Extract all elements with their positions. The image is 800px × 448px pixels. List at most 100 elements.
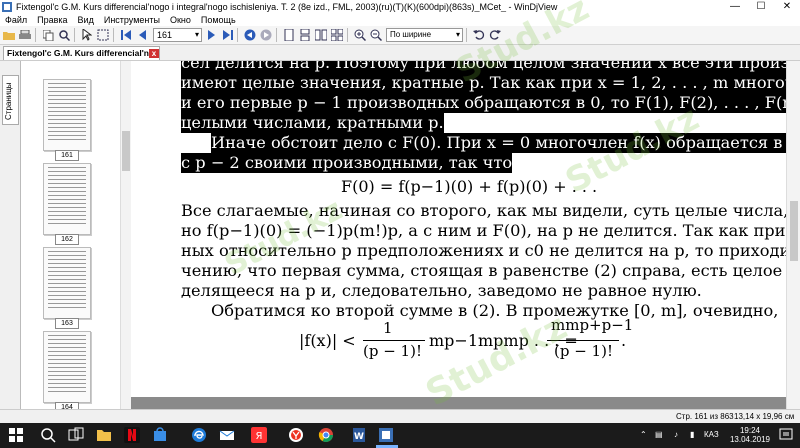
thumbnail-scroll-thumb[interactable] xyxy=(122,131,130,171)
text-line: целыми числами, кратными p. xyxy=(181,113,444,133)
toolbar-separator xyxy=(347,28,348,42)
battery-icon[interactable]: ▮ xyxy=(690,430,694,439)
search-icon[interactable] xyxy=(40,427,56,443)
close-tab-icon[interactable]: x xyxy=(149,49,159,58)
formula-period: . xyxy=(621,331,627,350)
print-icon[interactable] xyxy=(18,28,32,42)
thumbnail-label: 162 xyxy=(55,234,79,245)
last-page-icon[interactable] xyxy=(220,28,234,42)
title-bar: Fixtengol'c G.M. Kurs differencial'nogo … xyxy=(0,0,800,13)
page-thumbnail[interactable] xyxy=(43,163,91,235)
thumbnail-label: 163 xyxy=(55,318,79,329)
document-view[interactable]: сел делится на p. Поэтому при любом цело… xyxy=(131,61,786,409)
toolbar-separator xyxy=(35,28,36,42)
text-line: ных относительно p предположениях и c0 н… xyxy=(181,241,786,260)
pages-panel-tab[interactable]: Страницы xyxy=(2,75,19,125)
page-thumbnail[interactable] xyxy=(43,79,91,151)
first-page-icon[interactable] xyxy=(119,28,133,42)
document-scrollbar[interactable] xyxy=(786,61,800,409)
notifications-icon[interactable] xyxy=(778,427,794,443)
minimize-button[interactable]: — xyxy=(722,0,748,13)
task-view-icon[interactable] xyxy=(68,427,84,443)
yandex-browser-icon[interactable] xyxy=(288,427,304,443)
windjview-app-icon xyxy=(2,1,12,12)
formula-numerator-1: 1 xyxy=(383,319,393,337)
windjview-taskbar-icon[interactable] xyxy=(378,427,394,443)
thumbnail-label: 164 xyxy=(55,402,79,409)
toolbar: 161 По ширине xyxy=(0,26,800,45)
svg-text:W: W xyxy=(354,432,364,442)
formula-denominator-2: (p − 1)! xyxy=(554,342,613,360)
text-line: Обратимся ко второй сумме в (2). В проме… xyxy=(211,301,779,320)
toolbar-separator xyxy=(466,28,467,42)
previous-page-icon[interactable] xyxy=(135,28,149,42)
text-line: сел делится на p. Поэтому при любом цело… xyxy=(181,61,786,73)
document-tab[interactable]: Fixtengol'c G.M. Kurs differencial'nogo … xyxy=(3,46,160,60)
copy-icon[interactable] xyxy=(41,28,55,42)
toolbar-separator xyxy=(113,28,114,42)
status-bar: Стр. 161 из 863 13,14 x 19,96 см xyxy=(0,409,800,424)
forward-icon[interactable] xyxy=(259,28,273,42)
rotate-right-icon[interactable] xyxy=(488,28,502,42)
text-line: Иначе обстоит дело с F(0). При x = 0 мно… xyxy=(211,133,786,153)
text-line: но f(p−1)(0) = (−1)p(m!)p, а с ним и F(0… xyxy=(181,221,786,240)
yandex-icon[interactable]: Я xyxy=(251,427,267,443)
text-line: имеют целые значения, кратные p. Так как… xyxy=(181,73,786,93)
page-number-select[interactable]: 161 xyxy=(153,28,202,42)
next-page-icon[interactable] xyxy=(204,28,218,42)
clock-date: 13.04.2019 xyxy=(729,435,771,444)
text-line: чению, что первая сумма, стоящая в равен… xyxy=(181,261,786,280)
text-line: с p − 2 своими производными, так что xyxy=(181,153,513,173)
zoom-out-icon[interactable] xyxy=(369,28,383,42)
menu-file[interactable]: Файл xyxy=(5,15,27,25)
facing-icon[interactable] xyxy=(314,28,328,42)
menu-tools[interactable]: Инструменты xyxy=(104,15,160,25)
store-icon[interactable] xyxy=(152,427,168,443)
page-count-status: Стр. 161 из 863 xyxy=(676,412,734,421)
continuous-facing-icon[interactable] xyxy=(330,28,344,42)
zoom-select[interactable]: По ширине xyxy=(386,28,463,42)
thumbnail-panel: 161 162 163 164 xyxy=(21,61,120,409)
rotate-left-icon[interactable] xyxy=(472,28,486,42)
back-icon[interactable] xyxy=(243,28,257,42)
page-thumbnail[interactable] xyxy=(43,247,91,319)
document-scroll-thumb[interactable] xyxy=(790,201,798,261)
mail-icon[interactable] xyxy=(219,427,235,443)
network-icon[interactable]: ▤ xyxy=(655,430,663,439)
word-icon[interactable]: W xyxy=(351,427,367,443)
formula-denominator-1: (p − 1)! xyxy=(363,342,422,360)
text-line: и его первые p − 1 производных обращаютс… xyxy=(181,93,786,113)
sidebar: Страницы xyxy=(0,61,21,409)
find-icon[interactable] xyxy=(57,28,71,42)
menu-help[interactable]: Помощь xyxy=(201,15,236,25)
page-gap xyxy=(131,397,786,409)
page-size-status: 13,14 x 19,96 см xyxy=(734,412,795,421)
menu-window[interactable]: Окно xyxy=(170,15,191,25)
maximize-button[interactable]: ☐ xyxy=(748,0,774,13)
zoom-in-icon[interactable] xyxy=(353,28,367,42)
netflix-icon[interactable] xyxy=(124,427,140,443)
close-button[interactable]: ✕ xyxy=(774,0,800,13)
document-tab-bar: Fixtengol'c G.M. Kurs differencial'nogo … xyxy=(0,45,800,61)
page-thumbnail[interactable] xyxy=(43,331,91,403)
menu-edit[interactable]: Правка xyxy=(37,15,67,25)
thumbnail-label: 161 xyxy=(55,150,79,161)
thumbnail-scrollbar[interactable] xyxy=(120,61,131,409)
tray-expand-icon[interactable]: ⌃ xyxy=(640,430,647,439)
toolbar-separator xyxy=(237,28,238,42)
svg-text:Я: Я xyxy=(256,431,263,442)
chrome-icon[interactable] xyxy=(318,427,334,443)
file-explorer-icon[interactable] xyxy=(96,427,112,443)
edge-browser-icon[interactable] xyxy=(191,427,207,443)
select-tool-icon[interactable] xyxy=(80,28,94,42)
menu-view[interactable]: Вид xyxy=(78,15,94,25)
zoom-rect-icon[interactable] xyxy=(96,28,110,42)
clock[interactable]: 19:24 13.04.2019 xyxy=(727,426,773,444)
open-folder-icon[interactable] xyxy=(2,28,16,42)
volume-icon[interactable]: ♪ xyxy=(674,430,678,439)
windows-start-icon[interactable] xyxy=(8,427,24,443)
continuous-icon[interactable] xyxy=(298,28,312,42)
language-indicator[interactable]: КАЗ xyxy=(704,430,719,439)
single-page-icon[interactable] xyxy=(282,28,296,42)
pages-panel-tab-label: Страницы xyxy=(4,82,13,120)
